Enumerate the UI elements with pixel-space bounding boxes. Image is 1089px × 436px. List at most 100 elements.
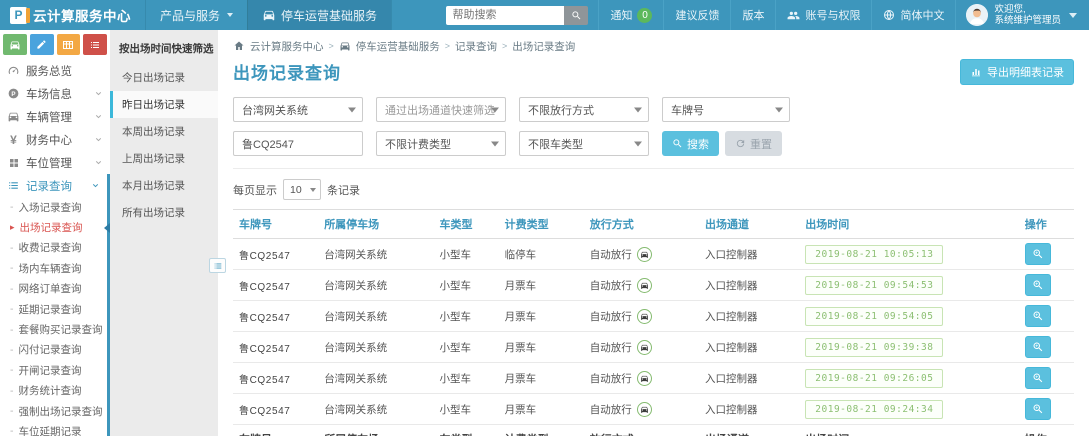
plate-field-value: 车牌号	[671, 102, 704, 118]
sidebar-subitem[interactable]: 闪付记录查询	[0, 340, 107, 360]
exit-channel: 入口控制器	[705, 342, 758, 354]
column-header[interactable]: 出场时间	[799, 210, 1019, 239]
exit-time: 2019-08-21 09:39:38	[805, 338, 943, 357]
help-search-input[interactable]	[446, 6, 564, 25]
sidebar-subitem-label: 收费记录查询	[19, 240, 82, 255]
view-detail-button[interactable]	[1025, 274, 1051, 296]
sidebar-subitem[interactable]: 延期记录查询	[0, 299, 107, 319]
table-row: 鲁CQ2547 台湾网关系统 小型车 月票车 自动放行 入口控制器 2019-0…	[233, 394, 1074, 425]
time-filter-item[interactable]: 上周出场记录	[110, 145, 218, 172]
time-filter-item[interactable]: 本周出场记录	[110, 118, 218, 145]
sidebar-item-label: 财务中心	[26, 132, 72, 148]
nav-notifications[interactable]: 通知 0	[598, 0, 663, 30]
view-detail-button[interactable]	[1025, 243, 1051, 265]
column-header[interactable]: 计费类型	[499, 210, 584, 239]
user-menu[interactable]: 欢迎您, 系统维护管理员	[955, 0, 1089, 30]
sidebar-subitem-label: 场内车辆查询	[19, 261, 82, 276]
plate-number: 鲁CQ2547	[239, 251, 290, 262]
quick-list-button[interactable]	[83, 34, 107, 55]
time-filter-item[interactable]: 所有出场记录	[110, 199, 218, 226]
sidebar-subitem-label: 开闸记录查询	[19, 363, 82, 378]
billing-type: 月票车	[505, 280, 537, 292]
sidebar-subitem[interactable]: 场内车辆查询	[0, 258, 107, 278]
sidebar-item-records[interactable]: 记录查询	[0, 174, 110, 197]
main-content: 云计算服务中心 > 停车运营基础服务 > 记录查询 > 出场记录查询 出场记录查…	[218, 30, 1089, 436]
car-type: 小型车	[439, 249, 471, 261]
sidebar-item-vehicle-mgmt[interactable]: 车辆管理	[0, 105, 110, 128]
column-header[interactable]: 出场通道	[699, 210, 799, 239]
plate-number-input[interactable]	[233, 131, 363, 156]
sidebar-subitem[interactable]: 入场记录查询	[0, 197, 107, 217]
nav-version[interactable]: 版本	[730, 0, 775, 30]
view-detail-button[interactable]	[1025, 367, 1051, 389]
time-filter-panel: 按出场时间快速筛选 今日出场记录昨日出场记录本周出场记录上周出场记录本月出场记录…	[110, 30, 218, 436]
sidebar-subitem[interactable]: 出场记录查询	[0, 217, 107, 237]
auto-release-car-icon	[637, 278, 652, 293]
sidebar-subitem[interactable]: 强制出场记录查询	[0, 401, 107, 421]
view-detail-button[interactable]	[1025, 398, 1051, 420]
column-header[interactable]: 放行方式	[584, 210, 699, 239]
sidebar-item-label: 服务总览	[26, 63, 72, 79]
caret-down-icon	[1069, 13, 1077, 18]
app-logo[interactable]: P 云计算服务中心	[0, 0, 146, 30]
nav-language[interactable]: 简体中文	[871, 0, 955, 30]
parking-system-select[interactable]: 台湾网关系统	[233, 97, 363, 122]
column-header[interactable]: 所属停车场	[318, 210, 433, 239]
sidebar-subitem[interactable]: 车位延期记录	[0, 421, 107, 436]
breadcrumb-item[interactable]: 停车运营基础服务	[356, 39, 440, 54]
breadcrumb-item[interactable]: 出场记录查询	[512, 39, 575, 54]
sidebar-subitem-label: 财务统计查询	[19, 383, 82, 398]
sidebar-item-parking-info[interactable]: P 车场信息	[0, 82, 110, 105]
sidebar-item-space-mgmt[interactable]: 车位管理	[0, 151, 110, 174]
quick-table-button[interactable]	[57, 34, 81, 55]
search-button-label: 搜索	[687, 136, 709, 152]
breadcrumb-item[interactable]: 云计算服务中心	[250, 39, 324, 54]
footer-header: 出场时间	[799, 425, 1019, 436]
plate-number: 鲁CQ2547	[239, 406, 290, 417]
breadcrumb-item[interactable]: 记录查询	[455, 39, 497, 54]
sidebar-item-overview[interactable]: 服务总览	[0, 59, 110, 82]
sidebar-subitem[interactable]: 网络订单查询	[0, 279, 107, 299]
sidebar-subitem[interactable]: 收费记录查询	[0, 238, 107, 258]
nav-parking-service[interactable]: 停车运营基础服务	[247, 0, 392, 30]
column-header: 操作	[1019, 210, 1074, 239]
vehicle-type-select[interactable]: 不限车类型	[519, 131, 649, 156]
reset-button[interactable]: 重置	[725, 131, 782, 156]
sidebar-subitem[interactable]: 套餐购买记录查询	[0, 319, 107, 339]
chevron-down-icon	[94, 112, 103, 121]
time-filter-item[interactable]: 今日出场记录	[110, 64, 218, 91]
footer-header: 操作	[1019, 425, 1074, 436]
sidebar-subitem-label: 套餐购买记录查询	[19, 322, 103, 337]
nav-account[interactable]: 账号与权限	[775, 0, 871, 30]
release-mode-select[interactable]: 不限放行方式	[519, 97, 649, 122]
billing-type-select[interactable]: 不限计费类型	[376, 131, 506, 156]
parking-lot: 台湾网关系统	[324, 373, 387, 385]
panel-collapse-button[interactable]	[209, 258, 226, 273]
footer-header: 出场通道	[699, 425, 799, 436]
time-filter-item[interactable]: 本月出场记录	[110, 172, 218, 199]
column-header[interactable]: 车类型	[433, 210, 498, 239]
quick-car-button[interactable]	[3, 34, 27, 55]
plate-field-select[interactable]: 车牌号	[662, 97, 790, 122]
export-records-button[interactable]: 导出明细表记录	[960, 59, 1074, 85]
sidebar-subitem[interactable]: 开闸记录查询	[0, 360, 107, 380]
nav-feedback[interactable]: 建议反馈	[663, 0, 730, 30]
view-detail-button[interactable]	[1025, 336, 1051, 358]
plate-number: 鲁CQ2547	[239, 375, 290, 386]
zoom-in-icon	[1032, 341, 1044, 353]
quick-edit-button[interactable]	[30, 34, 54, 55]
caret-down-icon	[491, 107, 499, 112]
sidebar-subitem[interactable]: 财务统计查询	[0, 381, 107, 401]
help-search-button[interactable]	[564, 6, 588, 25]
page-size-select[interactable]: 10	[283, 179, 321, 200]
table-row: 鲁CQ2547 台湾网关系统 小型车 月票车 自动放行 入口控制器 2019-0…	[233, 332, 1074, 363]
column-header[interactable]: 车牌号	[233, 210, 318, 239]
exit-channel-select[interactable]: 通过出场通道快速筛选	[376, 97, 506, 122]
welcome-text: 欢迎您, 系统维护管理员	[994, 4, 1061, 26]
search-button[interactable]: 搜索	[662, 131, 719, 156]
exit-channel-value: 通过出场通道快速筛选	[385, 102, 495, 118]
time-filter-item[interactable]: 昨日出场记录	[110, 91, 218, 118]
sidebar-item-finance[interactable]: ¥ 财务中心	[0, 128, 110, 151]
nav-products-menu[interactable]: 产品与服务	[146, 0, 247, 30]
view-detail-button[interactable]	[1025, 305, 1051, 327]
